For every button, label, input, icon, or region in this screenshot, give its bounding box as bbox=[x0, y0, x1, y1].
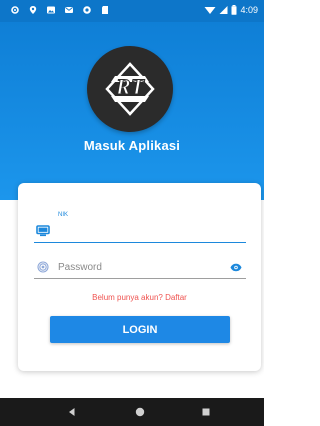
status-bar-system: 4:09 bbox=[204, 4, 258, 16]
nik-input[interactable] bbox=[58, 222, 218, 240]
page-title: Masuk Aplikasi bbox=[83, 138, 181, 153]
battery-icon bbox=[231, 5, 237, 15]
nik-field[interactable] bbox=[34, 222, 246, 243]
status-time: 4:09 bbox=[240, 5, 258, 15]
status-bar: 4:09 bbox=[0, 0, 264, 22]
settings-icon bbox=[11, 6, 19, 14]
computer-icon bbox=[36, 225, 50, 237]
status-bar-notifications bbox=[10, 5, 110, 15]
logo-letters: RT bbox=[115, 74, 146, 99]
register-link[interactable]: Belum punya akun? Daftar bbox=[18, 293, 261, 302]
eye-icon[interactable] bbox=[230, 263, 242, 272]
nik-label: NIK bbox=[58, 212, 69, 218]
sync-icon bbox=[83, 6, 91, 14]
rt-logo-icon: RT bbox=[105, 62, 155, 116]
image-icon bbox=[47, 6, 55, 14]
header: RT Masuk Aplikasi bbox=[0, 22, 264, 200]
wifi-icon bbox=[204, 7, 216, 14]
recents-icon[interactable] bbox=[200, 406, 212, 418]
home-icon[interactable] bbox=[134, 406, 146, 418]
signal-icon bbox=[219, 6, 228, 14]
password-field[interactable] bbox=[34, 258, 246, 279]
fingerprint-icon bbox=[37, 261, 49, 273]
message-icon bbox=[65, 7, 73, 13]
back-icon[interactable] bbox=[66, 406, 78, 418]
app-logo: RT bbox=[87, 46, 173, 132]
password-input[interactable] bbox=[58, 258, 218, 276]
login-button[interactable]: LOGIN bbox=[50, 316, 230, 343]
login-card: NIK Belum punya akun? Daftar LOGIN bbox=[18, 183, 261, 371]
location-icon bbox=[29, 6, 37, 14]
sd-card-icon bbox=[102, 6, 108, 14]
phone-screen: 4:09 RT Masuk Aplikasi NIK Belum punya a… bbox=[0, 0, 264, 426]
navigation-bar bbox=[0, 398, 264, 426]
